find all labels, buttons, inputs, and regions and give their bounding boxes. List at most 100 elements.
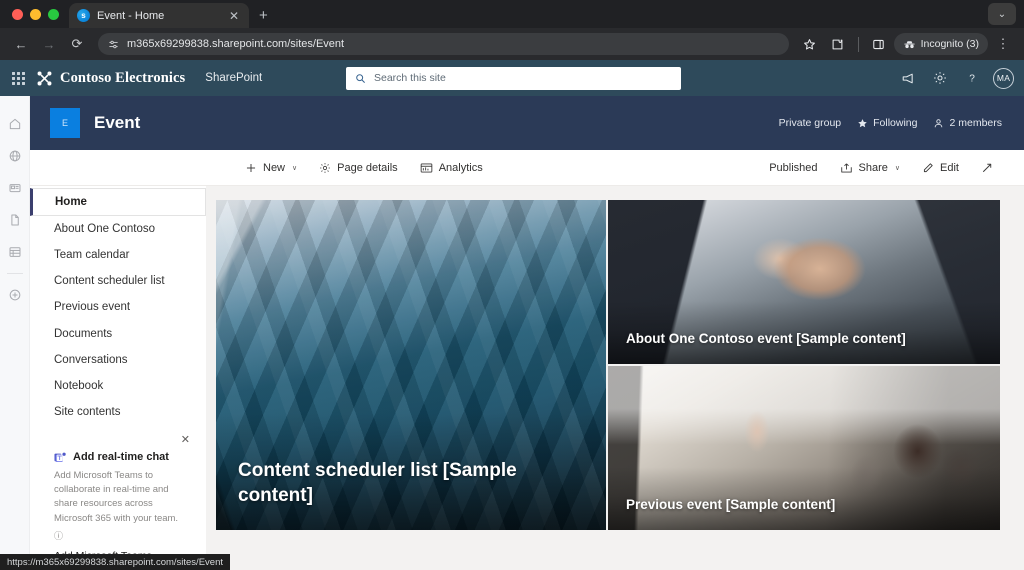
extensions-icon[interactable]	[825, 31, 851, 57]
divider	[857, 36, 859, 52]
sidebar-item-home[interactable]: Home	[30, 188, 206, 217]
browser-tab[interactable]: s Event - Home ✕	[69, 3, 249, 28]
new-button[interactable]: New ∨	[236, 153, 306, 183]
close-window-button[interactable]	[12, 9, 23, 20]
minimize-window-button[interactable]	[30, 9, 41, 20]
site-area: E Event Private group Following 2 member…	[30, 96, 1024, 570]
tab-title: Event - Home	[97, 9, 165, 22]
edit-button[interactable]: Edit	[913, 153, 968, 183]
side-panel-icon[interactable]	[866, 31, 892, 57]
hero-tile-secondary[interactable]: About One Contoso event [Sample content]	[608, 200, 1000, 364]
page-viewport: Contoso Electronics SharePoint Search th…	[0, 60, 1024, 570]
tab-strip: s Event - Home ✕ + ⌄	[0, 0, 1024, 28]
share-button[interactable]: Share ∨	[831, 153, 909, 183]
left-navigation: Home About One Contoso Team calendar Con…	[30, 186, 206, 570]
incognito-indicator[interactable]: Incognito (3)	[893, 33, 988, 55]
site-meta: Private group Following 2 members	[779, 117, 1002, 129]
sidebar-item-notebook[interactable]: Notebook	[30, 373, 206, 399]
analytics-label: Analytics	[438, 161, 483, 174]
site-privacy-label: Private group	[778, 117, 842, 129]
pencil-icon	[922, 162, 934, 174]
back-button[interactable]: ←	[8, 31, 34, 57]
following-button[interactable]: Following	[857, 117, 917, 129]
page-content: Home About One Contoso Team calendar Con…	[30, 186, 1024, 570]
m365-suite-bar: Contoso Electronics SharePoint Search th…	[0, 60, 1024, 96]
chevron-down-icon: ∨	[292, 164, 298, 172]
search-input[interactable]: Search this site	[346, 66, 681, 90]
info-icon[interactable]: ⓘ	[54, 529, 184, 542]
maximize-window-button[interactable]	[48, 9, 59, 20]
news-icon[interactable]	[0, 172, 30, 204]
close-icon[interactable]: ✕	[181, 434, 190, 446]
app-rail	[0, 96, 30, 570]
edit-label: Edit	[940, 161, 959, 174]
incognito-icon	[904, 40, 915, 48]
teams-card-title: Add real-time chat	[73, 451, 169, 464]
question-mark-icon[interactable]: ?	[961, 67, 983, 89]
megaphone-icon[interactable]	[897, 67, 919, 89]
nav-label: Notebook	[54, 379, 104, 392]
suite-app-name[interactable]: SharePoint	[205, 72, 262, 84]
nav-label: Team calendar	[54, 249, 130, 262]
new-label: New	[263, 161, 286, 174]
teams-card-description: Add Microsoft Teams to collaborate in re…	[54, 469, 179, 524]
globe-icon[interactable]	[0, 140, 30, 172]
gear-icon	[319, 162, 331, 174]
site-header: E Event Private group Following 2 member…	[30, 96, 1024, 150]
url-text: m365x69299838.sharepoint.com/sites/Event	[127, 38, 345, 50]
reload-button[interactable]: ⟳	[64, 31, 90, 57]
browser-menu-button[interactable]: ⋮	[990, 31, 1016, 57]
hero-tile-tertiary[interactable]: Previous event [Sample content]	[608, 366, 1000, 530]
hero-tile-caption: About One Contoso event [Sample content]	[608, 301, 1000, 364]
command-bar-right: Published Share ∨ Edit	[760, 153, 1002, 183]
hero-tile-caption: Content scheduler list [Sample content]	[216, 413, 606, 530]
list-icon[interactable]	[0, 236, 30, 268]
sidebar-item-previous-event[interactable]: Previous event	[30, 294, 206, 320]
new-tab-button[interactable]: +	[259, 7, 268, 24]
address-bar[interactable]: m365x69299838.sharepoint.com/sites/Event	[98, 33, 789, 55]
chevron-down-icon: ∨	[894, 164, 901, 172]
sidebar-item-team-calendar[interactable]: Team calendar	[30, 242, 206, 268]
home-icon[interactable]	[0, 108, 30, 140]
star-icon[interactable]	[797, 31, 823, 57]
expand-icon	[981, 162, 993, 174]
page-details-button[interactable]: Page details	[310, 153, 407, 183]
nav-label: Content scheduler list	[54, 275, 165, 288]
avatar[interactable]: MA	[993, 67, 1014, 89]
forward-button[interactable]: →	[36, 31, 62, 57]
hero-web-part: Content scheduler list [Sample content] …	[216, 200, 1000, 530]
document-icon[interactable]	[0, 204, 30, 236]
star-icon	[858, 118, 867, 127]
page-title: Event	[94, 113, 141, 132]
app-launcher-icon[interactable]	[0, 60, 36, 96]
nav-label: Conversations	[54, 353, 128, 366]
brand-logo[interactable]: Contoso Electronics	[36, 70, 185, 87]
tune-icon[interactable]	[108, 39, 119, 50]
members-button[interactable]: 2 members	[933, 117, 1002, 129]
browser-toolbar: ← → ⟳ m365x69299838.sharepoint.com/sites…	[0, 28, 1024, 60]
sidebar-item-site-contents[interactable]: Site contents	[30, 399, 206, 425]
sidebar-item-conversations[interactable]: Conversations	[30, 347, 206, 373]
site-logo[interactable]: E	[50, 108, 80, 138]
expand-button[interactable]	[972, 153, 1002, 183]
teams-card-header: Add real-time chat	[54, 451, 184, 464]
hero-tile-primary[interactable]: Content scheduler list [Sample content]	[216, 200, 606, 530]
contoso-mark-icon	[37, 71, 52, 85]
gear-icon[interactable]	[929, 67, 951, 89]
following-label: Following	[873, 117, 918, 129]
create-icon[interactable]	[0, 279, 30, 311]
analytics-icon	[420, 162, 433, 174]
page-body: E Event Private group Following 2 member…	[0, 96, 1024, 570]
close-icon[interactable]: ✕	[227, 10, 241, 22]
chevron-down-icon[interactable]: ⌄	[988, 3, 1016, 25]
analytics-button[interactable]: Analytics	[411, 153, 492, 183]
command-bar-left: New ∨ Page details Analytics	[236, 153, 492, 183]
svg-text:?: ?	[969, 74, 975, 85]
nav-label: Previous event	[54, 301, 131, 314]
sidebar-item-about-one-contoso[interactable]: About One Contoso	[30, 216, 206, 242]
sidebar-item-documents[interactable]: Documents	[30, 321, 206, 347]
hero-tile-caption: Previous event [Sample content]	[608, 467, 1000, 530]
sidebar-item-content-scheduler-list[interactable]: Content scheduler list	[30, 268, 206, 294]
share-label: Share	[858, 161, 888, 174]
search-icon	[355, 73, 366, 84]
